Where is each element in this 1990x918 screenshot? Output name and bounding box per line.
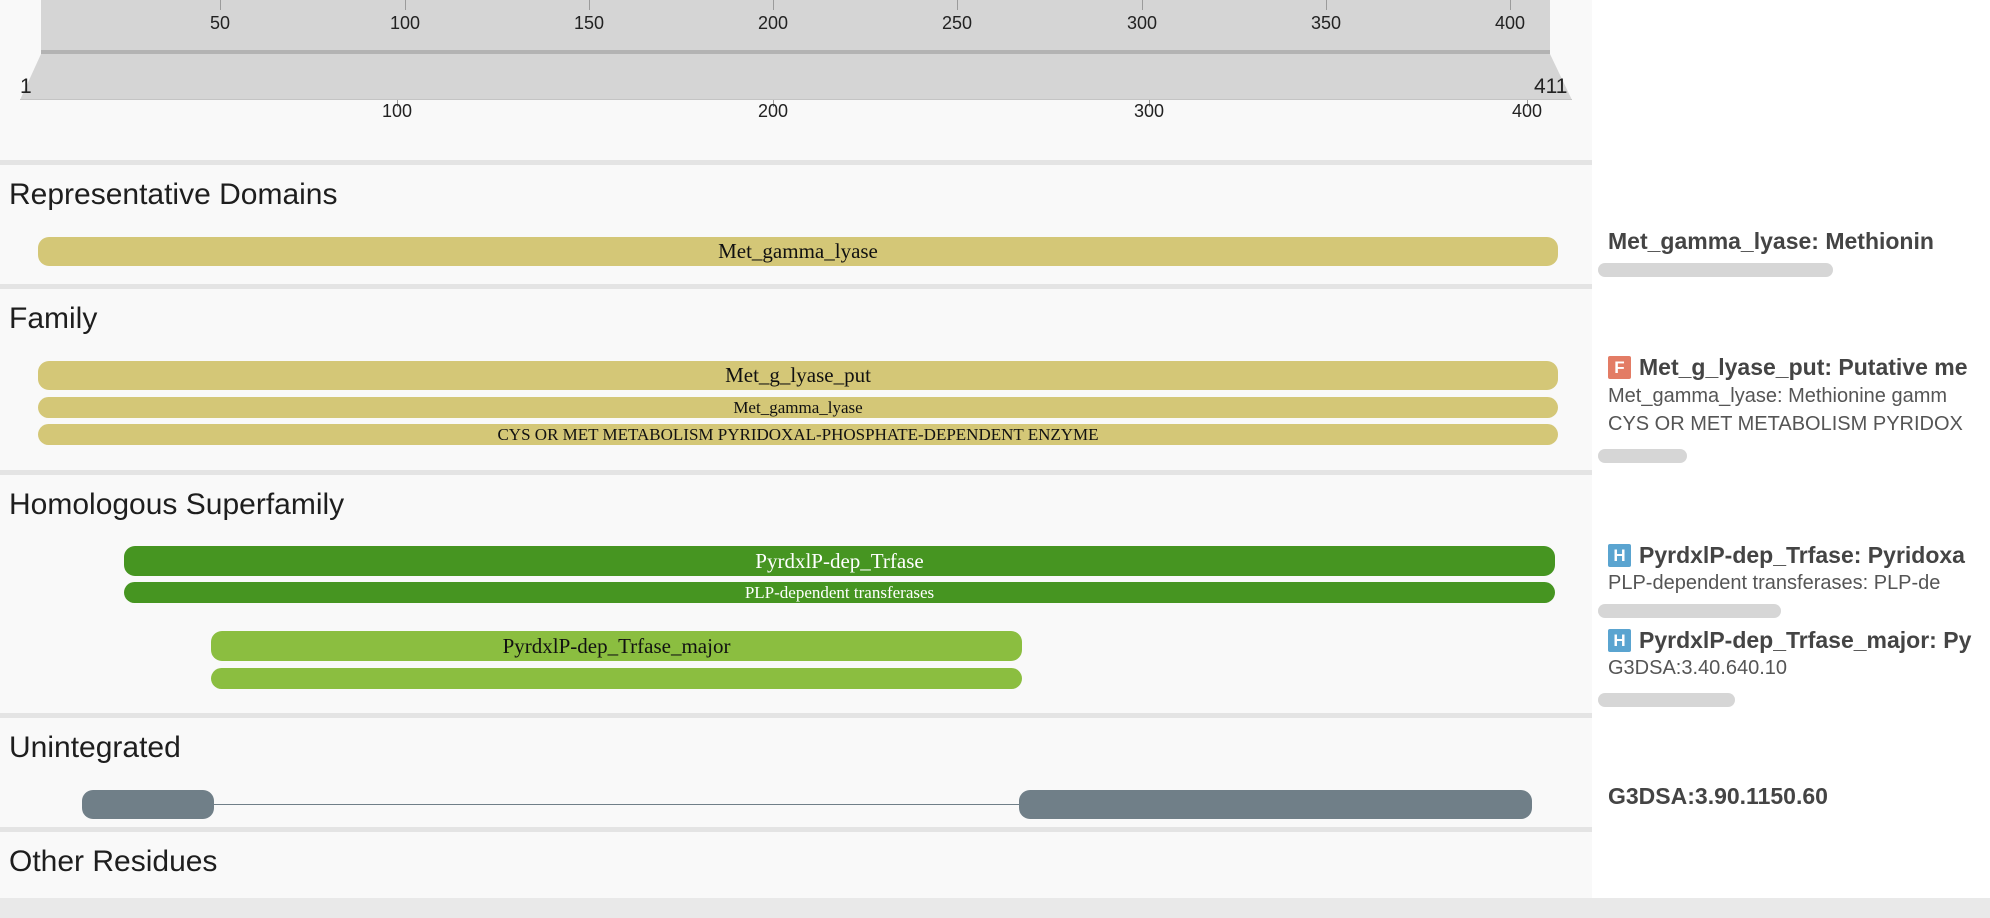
- label-met-g-lyase-put-text: Met_g_lyase_put: Putative me: [1639, 354, 1968, 380]
- protein-feature-viewer: 50 100 150 200 250 300 350 400 1 411 100…: [0, 0, 1592, 898]
- label-placeholder-bar: [1598, 263, 1833, 277]
- section-title-other-residues: Other Residues: [9, 845, 218, 878]
- label-pyrdxlp-dep-trfase-major-text: PyrdxlP-dep_Trfase_major: Py: [1639, 627, 1972, 653]
- section-divider: [0, 827, 1592, 832]
- track-cys-met-metabolism[interactable]: CYS OR MET METABOLISM PYRIDOXAL-PHOSPHAT…: [38, 424, 1558, 445]
- track-met-gamma-lyase[interactable]: Met_gamma_lyase: [38, 237, 1558, 266]
- label-g3dsa-3-40-640-10[interactable]: G3DSA:3.40.640.10: [1608, 657, 1787, 680]
- label-placeholder-bar: [1598, 693, 1735, 707]
- track-pyrdxlp-dep-trfase[interactable]: PyrdxlP-dep_Trfase: [124, 546, 1555, 576]
- section-divider: [0, 160, 1592, 165]
- label-pyrdxlp-dep-trfase-major[interactable]: H PyrdxlP-dep_Trfase_major: Py: [1608, 627, 1971, 654]
- track-plp-dependent-transferases[interactable]: PLP-dependent transferases: [124, 582, 1555, 603]
- discontinuous-link-line: [212, 804, 1022, 805]
- section-title-homologous-superfamily: Homologous Superfamily: [9, 488, 345, 521]
- family-badge-icon: F: [1608, 356, 1631, 379]
- full-tick-label: 200: [757, 101, 789, 121]
- label-met-gamma-lyase[interactable]: Met_gamma_lyase: Methionin: [1608, 228, 1934, 255]
- full-tick-label: 400: [1511, 101, 1543, 121]
- full-tick-label: 300: [1133, 101, 1165, 121]
- section-title-representative-domains: Representative Domains: [9, 178, 338, 211]
- horizontal-scrollbar[interactable]: [0, 898, 1990, 918]
- full-tick-label: 100: [381, 101, 413, 121]
- section-divider: [0, 470, 1592, 475]
- homologous-superfamily-badge-icon: H: [1608, 629, 1631, 652]
- section-divider: [0, 284, 1592, 289]
- label-placeholder-bar: [1598, 449, 1687, 463]
- label-g3dsa-3-90-1150-60[interactable]: G3DSA:3.90.1150.60: [1608, 783, 1828, 810]
- track-g3dsa-3-40-640-10[interactable]: [211, 668, 1022, 689]
- track-met-g-lyase-put[interactable]: Met_g_lyase_put: [38, 361, 1558, 390]
- range-end-label: 411: [1534, 75, 1568, 98]
- label-met-gamma-lyase-sub[interactable]: Met_gamma_lyase: Methionine gamm: [1608, 385, 1947, 408]
- label-cys-met-metabolism[interactable]: CYS OR MET METABOLISM PYRIDOX: [1608, 413, 1963, 436]
- section-divider: [0, 713, 1592, 718]
- track-g3dsa-3-90-1150-60-part1[interactable]: [82, 790, 214, 819]
- section-title-unintegrated: Unintegrated: [9, 731, 181, 764]
- track-met-gamma-lyase-sub[interactable]: Met_gamma_lyase: [38, 397, 1558, 418]
- homologous-superfamily-badge-icon: H: [1608, 544, 1631, 567]
- zoom-window-overview[interactable]: [0, 0, 1592, 100]
- range-start-label: 1: [20, 75, 32, 98]
- section-title-family: Family: [9, 302, 98, 335]
- label-met-g-lyase-put[interactable]: F Met_g_lyase_put: Putative me: [1608, 354, 1968, 381]
- track-pyrdxlp-dep-trfase-major[interactable]: PyrdxlP-dep_Trfase_major: [211, 631, 1022, 661]
- track-g3dsa-3-90-1150-60-part2[interactable]: [1019, 790, 1532, 819]
- label-pyrdxlp-dep-trfase[interactable]: H PyrdxlP-dep_Trfase: Pyridoxa: [1608, 542, 1965, 569]
- label-pyrdxlp-dep-trfase-text: PyrdxlP-dep_Trfase: Pyridoxa: [1639, 542, 1965, 568]
- label-plp-dependent-transferases[interactable]: PLP-dependent transferases: PLP-de: [1608, 572, 1940, 595]
- label-placeholder-bar: [1598, 604, 1781, 618]
